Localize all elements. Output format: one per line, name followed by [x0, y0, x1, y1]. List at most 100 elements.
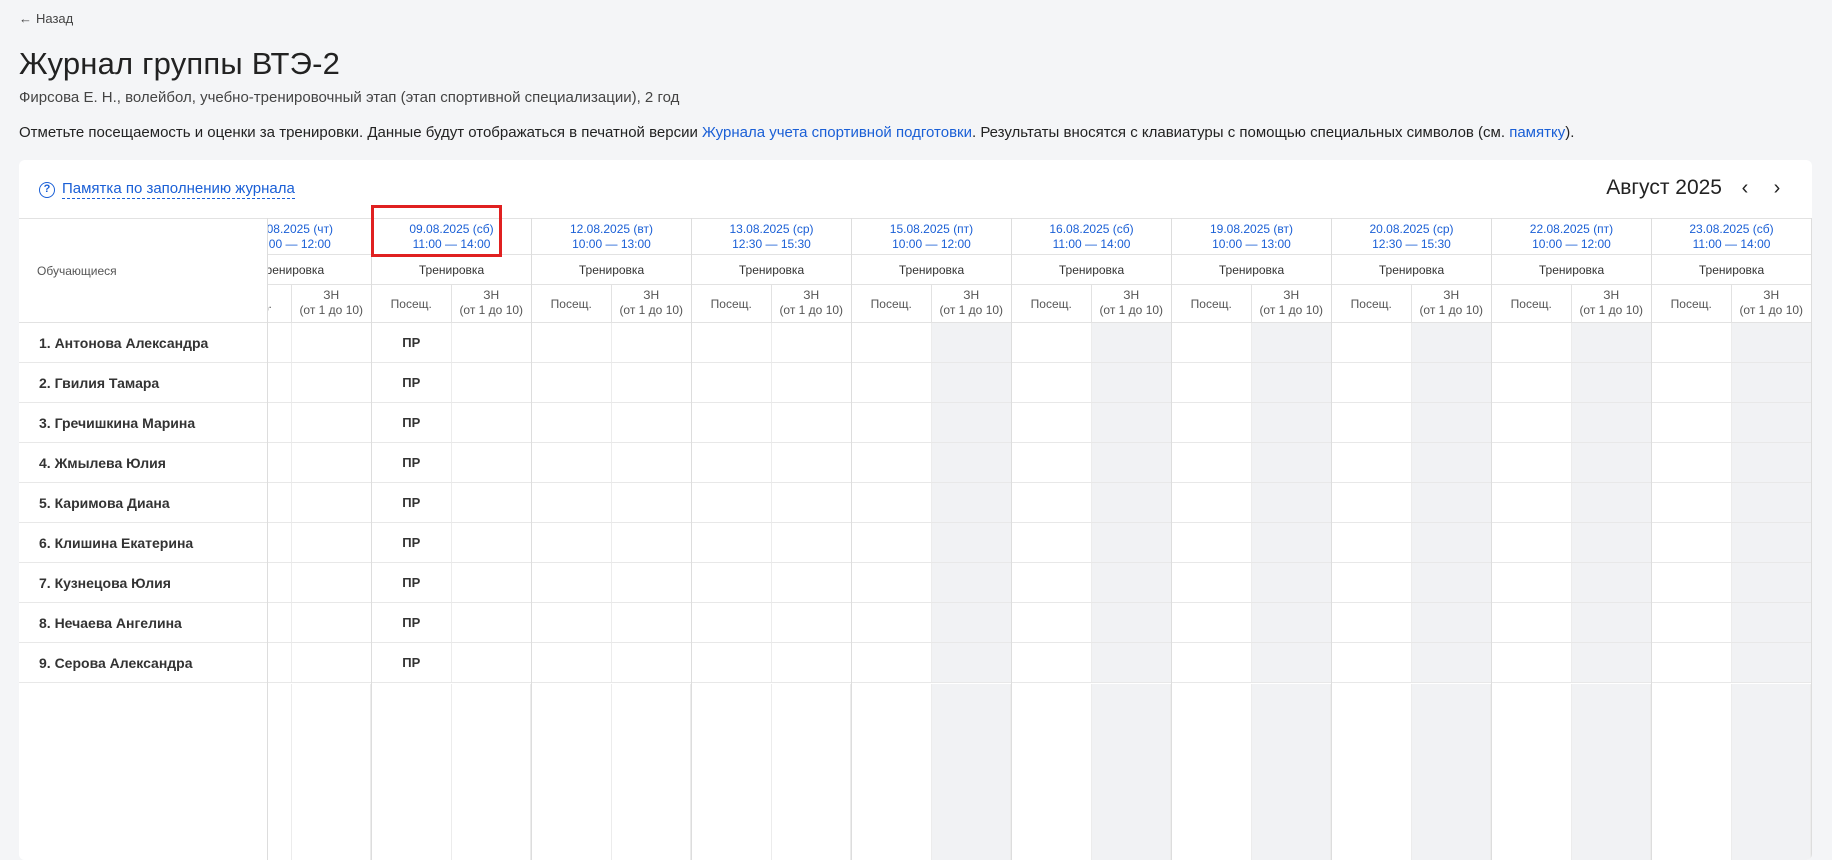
day-header[interactable]: 07.08.2025 (чт)10:00 — 12:00	[268, 218, 371, 255]
grade-cell[interactable]	[612, 483, 692, 522]
attendance-cell[interactable]	[852, 643, 932, 682]
grade-cell[interactable]	[1411, 603, 1491, 642]
attendance-cell[interactable]	[852, 523, 932, 562]
grade-cell[interactable]	[931, 483, 1011, 522]
grade-cell[interactable]	[292, 443, 372, 482]
attendance-cell[interactable]	[1332, 403, 1412, 442]
grade-cell[interactable]	[1091, 483, 1171, 522]
grade-cell[interactable]	[1091, 603, 1171, 642]
day-header[interactable]: 13.08.2025 (ср) 12:30 — 15:30	[692, 218, 851, 255]
attendance-cell[interactable]	[1332, 483, 1412, 522]
attendance-cell[interactable]	[268, 643, 292, 682]
grade-cell[interactable]	[1411, 523, 1491, 562]
attendance-cell[interactable]	[532, 443, 612, 482]
grade-cell[interactable]	[452, 563, 532, 602]
grade-cell[interactable]	[292, 603, 372, 642]
grade-cell[interactable]	[931, 403, 1011, 442]
grade-cell[interactable]	[612, 443, 692, 482]
grade-cell[interactable]	[1571, 403, 1651, 442]
attendance-cell[interactable]	[852, 483, 932, 522]
attendance-cell[interactable]	[852, 403, 932, 442]
grade-cell[interactable]	[612, 363, 692, 402]
grade-cell[interactable]	[1731, 483, 1811, 522]
attendance-cell[interactable]	[692, 643, 772, 682]
attendance-cell[interactable]	[268, 323, 292, 362]
attendance-cell[interactable]	[1172, 603, 1252, 642]
grade-cell[interactable]	[452, 523, 532, 562]
grade-cell[interactable]	[1251, 483, 1331, 522]
attendance-cell[interactable]	[1492, 643, 1572, 682]
attendance-cell[interactable]: ПР	[372, 443, 452, 482]
attendance-cell[interactable]	[692, 363, 772, 402]
grade-cell[interactable]	[452, 483, 532, 522]
grade-cell[interactable]	[292, 563, 372, 602]
grade-cell[interactable]	[1571, 523, 1651, 562]
attendance-cell[interactable]: ПР	[372, 523, 452, 562]
grade-cell[interactable]	[1731, 363, 1811, 402]
grade-cell[interactable]	[772, 523, 852, 562]
attendance-cell[interactable]	[1652, 483, 1732, 522]
attendance-cell[interactable]	[1012, 443, 1092, 482]
attendance-cell[interactable]	[1492, 403, 1572, 442]
attendance-cell[interactable]	[1652, 523, 1732, 562]
grade-cell[interactable]	[1411, 403, 1491, 442]
grade-cell[interactable]	[612, 323, 692, 362]
attendance-cell[interactable]	[1652, 563, 1732, 602]
grade-cell[interactable]	[1571, 603, 1651, 642]
attendance-cell[interactable]	[1652, 643, 1732, 682]
attendance-cell[interactable]	[1172, 443, 1252, 482]
grade-cell[interactable]	[612, 403, 692, 442]
day-header[interactable]: 19.08.2025 (вт) 10:00 — 13:00	[1172, 218, 1331, 255]
attendance-cell[interactable]	[852, 323, 932, 362]
attendance-cell[interactable]	[852, 443, 932, 482]
grade-cell[interactable]	[612, 523, 692, 562]
grade-cell[interactable]	[1571, 643, 1651, 682]
grade-cell[interactable]	[1571, 323, 1651, 362]
attendance-cell[interactable]	[532, 523, 612, 562]
attendance-cell[interactable]	[852, 563, 932, 602]
grade-cell[interactable]	[612, 643, 692, 682]
attendance-cell[interactable]	[692, 403, 772, 442]
attendance-cell[interactable]	[1012, 403, 1092, 442]
day-header[interactable]: 09.08.2025 (сб) 11:00 — 14:00	[372, 218, 531, 255]
attendance-cell[interactable]	[532, 603, 612, 642]
day-header[interactable]: 12.08.2025 (вт) 10:00 — 13:00	[532, 218, 691, 255]
attendance-cell[interactable]	[1332, 643, 1412, 682]
grade-cell[interactable]	[772, 363, 852, 402]
attendance-cell[interactable]	[1172, 483, 1252, 522]
grade-cell[interactable]	[612, 603, 692, 642]
day-header[interactable]: 20.08.2025 (ср) 12:30 — 15:30	[1332, 218, 1491, 255]
attendance-cell[interactable]	[1172, 363, 1252, 402]
grade-cell[interactable]	[772, 323, 852, 362]
attendance-cell[interactable]: ПР	[372, 403, 452, 442]
attendance-cell[interactable]	[1332, 523, 1412, 562]
grade-cell[interactable]	[1731, 563, 1811, 602]
attendance-cell[interactable]	[692, 323, 772, 362]
grade-cell[interactable]	[931, 603, 1011, 642]
attendance-cell[interactable]: ПР	[372, 323, 452, 362]
grade-cell[interactable]	[292, 643, 372, 682]
attendance-cell[interactable]	[532, 643, 612, 682]
grade-cell[interactable]	[1411, 643, 1491, 682]
grade-cell[interactable]	[1731, 443, 1811, 482]
grade-cell[interactable]	[612, 563, 692, 602]
grade-cell[interactable]	[931, 363, 1011, 402]
grade-cell[interactable]	[772, 563, 852, 602]
attendance-cell[interactable]	[532, 323, 612, 362]
attendance-cell[interactable]	[1012, 523, 1092, 562]
attendance-cell[interactable]	[1492, 603, 1572, 642]
attendance-cell[interactable]	[1492, 443, 1572, 482]
grade-cell[interactable]	[1091, 523, 1171, 562]
attendance-cell[interactable]	[532, 483, 612, 522]
grade-cell[interactable]	[931, 323, 1011, 362]
grade-cell[interactable]	[931, 563, 1011, 602]
attendance-cell[interactable]	[1652, 363, 1732, 402]
memo-link[interactable]: памятку	[1509, 124, 1565, 141]
attendance-cell[interactable]	[1492, 483, 1572, 522]
grade-cell[interactable]	[1411, 483, 1491, 522]
grade-cell[interactable]	[452, 643, 532, 682]
attendance-cell[interactable]: ПР	[372, 483, 452, 522]
grade-cell[interactable]	[772, 443, 852, 482]
memo-toggle[interactable]: ? Памятка по заполнению журнала	[39, 180, 295, 199]
grade-cell[interactable]	[292, 363, 372, 402]
